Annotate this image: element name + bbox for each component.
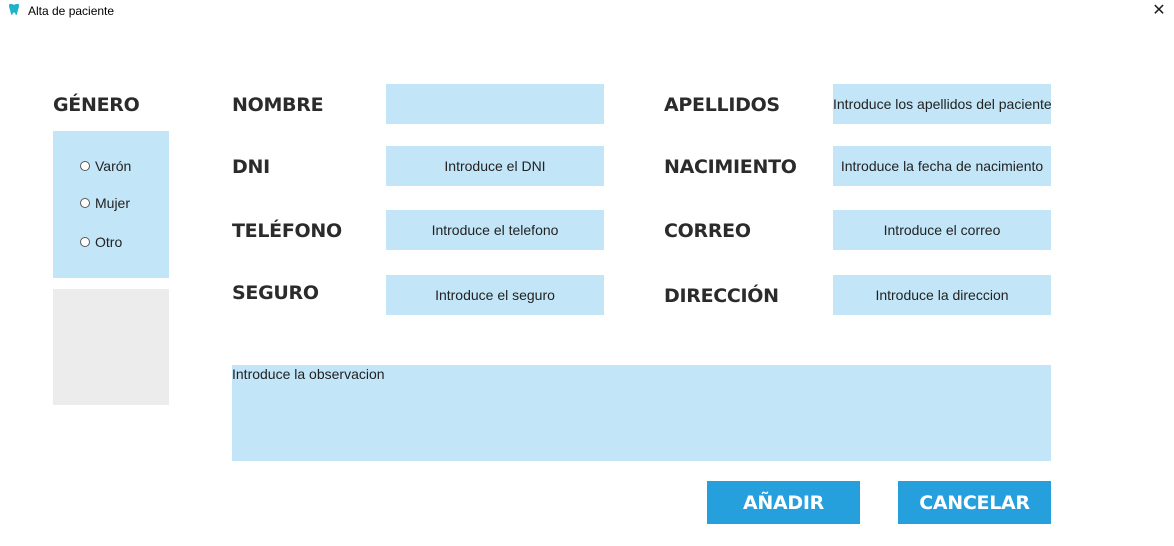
tooth-icon [9, 3, 19, 16]
apellidos-input[interactable] [833, 84, 1051, 124]
add-button[interactable]: AÑADIR [707, 481, 860, 524]
dni-label: DNI [232, 156, 270, 178]
correo-label: CORREO [664, 220, 751, 242]
radio-mujer[interactable]: Mujer [80, 195, 130, 211]
title-bar: Alta de paciente ✕ [0, 0, 1174, 24]
cancel-button[interactable]: CANCELAR [898, 481, 1051, 524]
radio-label-mujer: Mujer [95, 195, 131, 211]
photo-placeholder[interactable] [53, 289, 169, 405]
nacimiento-input[interactable] [833, 146, 1051, 186]
gender-heading: GÉNERO [53, 94, 140, 116]
telefono-label: TELÉFONO [232, 220, 342, 242]
seguro-label: SEGURO [232, 282, 319, 304]
direccion-input[interactable] [833, 275, 1051, 315]
radio-label-varon: Varón [95, 158, 132, 174]
seguro-input[interactable] [386, 275, 604, 315]
observacion-textarea[interactable]: Introduce la observacion [232, 365, 1051, 461]
radio-otro[interactable]: Otro [80, 234, 122, 250]
nombre-input[interactable] [386, 84, 604, 124]
close-icon: ✕ [1152, 2, 1166, 19]
gender-panel: Varón Mujer Otro [53, 131, 169, 278]
window-title: Alta de paciente [28, 4, 115, 18]
correo-input[interactable] [833, 210, 1051, 250]
radio-icon[interactable] [80, 161, 90, 171]
close-button[interactable]: ✕ [1144, 0, 1174, 24]
nacimiento-label: NACIMIENTO [664, 156, 797, 178]
apellidos-label: APELLIDOS [664, 94, 780, 116]
radio-icon[interactable] [80, 237, 90, 247]
nombre-label: NOMBRE [232, 94, 324, 116]
telefono-input[interactable] [386, 210, 604, 250]
dni-input[interactable] [386, 146, 604, 186]
radio-varon[interactable]: Varón [80, 158, 131, 174]
radio-label-otro: Otro [95, 234, 123, 250]
radio-icon[interactable] [80, 198, 90, 208]
direccion-label: DIRECCIÓN [664, 285, 779, 307]
